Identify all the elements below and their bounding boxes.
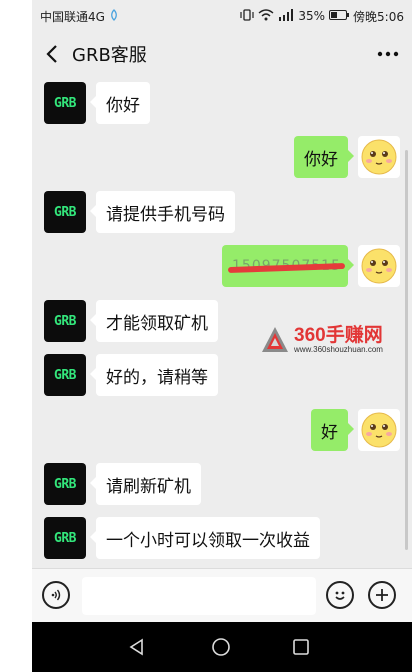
message-bubble[interactable]: 你好	[294, 136, 354, 178]
triangle-back-icon	[129, 638, 143, 656]
site-watermark: 360手赚网 www.360shouzhuan.com	[260, 322, 410, 358]
clock: 傍晚5:06	[353, 9, 404, 24]
service-avatar[interactable]: GRB	[44, 300, 86, 342]
data-indicator-icon	[109, 8, 119, 24]
chat-header: GRB客服	[32, 32, 412, 76]
message-input[interactable]	[82, 577, 316, 615]
watermark-url: www.360shouzhuan.com	[294, 344, 383, 354]
more-functions-button[interactable]	[368, 581, 396, 609]
emoji-face-icon	[361, 139, 397, 175]
redacted-phone-number: 15097507515	[232, 258, 341, 274]
more-options-button[interactable]	[364, 32, 412, 76]
vibrate-icon	[240, 8, 254, 24]
system-nav-bar	[32, 622, 412, 672]
message-bubble[interactable]: 一个小时可以领取一次收益	[90, 517, 320, 559]
message-bubble[interactable]: 15097507515	[222, 245, 354, 287]
message-bubble[interactable]: 请提供手机号码	[90, 191, 235, 233]
wifi-icon	[258, 8, 274, 24]
service-avatar[interactable]: GRB	[44, 517, 86, 559]
message-bubble[interactable]: 好	[311, 409, 354, 451]
input-bar	[32, 568, 412, 622]
plus-icon	[376, 589, 388, 601]
service-avatar[interactable]: GRB	[44, 82, 86, 124]
smiley-icon	[335, 591, 345, 600]
phone-screen: 中国联通4G 35% 傍晚5:06 GRB客服 GRB 你好 你好 GRB 请提…	[32, 0, 412, 672]
emoji-face-icon	[361, 412, 397, 448]
service-avatar[interactable]: GRB	[44, 354, 86, 396]
watermark-title: 360手赚网	[294, 324, 383, 346]
service-avatar[interactable]: GRB	[44, 191, 86, 233]
status-bar: 中国联通4G 35% 傍晚5:06	[32, 0, 412, 32]
signal-icon	[278, 8, 294, 24]
watermark-logo-icon	[262, 327, 288, 352]
battery-icon	[329, 9, 350, 23]
nav-recent-apps-button[interactable]	[288, 634, 314, 660]
chat-title: GRB客服	[72, 45, 147, 66]
nav-home-button[interactable]	[208, 634, 234, 660]
message-bubble[interactable]: 才能领取矿机	[90, 300, 218, 342]
user-avatar[interactable]	[358, 245, 400, 287]
nav-back-button[interactable]	[124, 634, 150, 660]
voice-button[interactable]	[42, 581, 70, 609]
service-avatar[interactable]: GRB	[44, 463, 86, 505]
circle-home-icon	[212, 638, 230, 656]
emoji-face-icon	[361, 248, 397, 284]
battery-percent: 35%	[298, 9, 326, 23]
user-avatar[interactable]	[358, 409, 400, 451]
emoji-button[interactable]	[326, 581, 354, 609]
back-button[interactable]	[32, 32, 72, 76]
carrier-label: 中国联通4G	[40, 9, 105, 24]
message-bubble[interactable]: 你好	[90, 82, 150, 124]
message-bubble[interactable]: 请刷新矿机	[90, 463, 201, 505]
more-dots-icon	[377, 51, 399, 57]
user-avatar[interactable]	[358, 136, 400, 178]
message-bubble[interactable]: 好的，请稍等	[90, 354, 218, 396]
voice-icon	[51, 589, 61, 601]
chevron-left-icon	[46, 45, 57, 63]
square-recent-icon	[293, 639, 309, 655]
